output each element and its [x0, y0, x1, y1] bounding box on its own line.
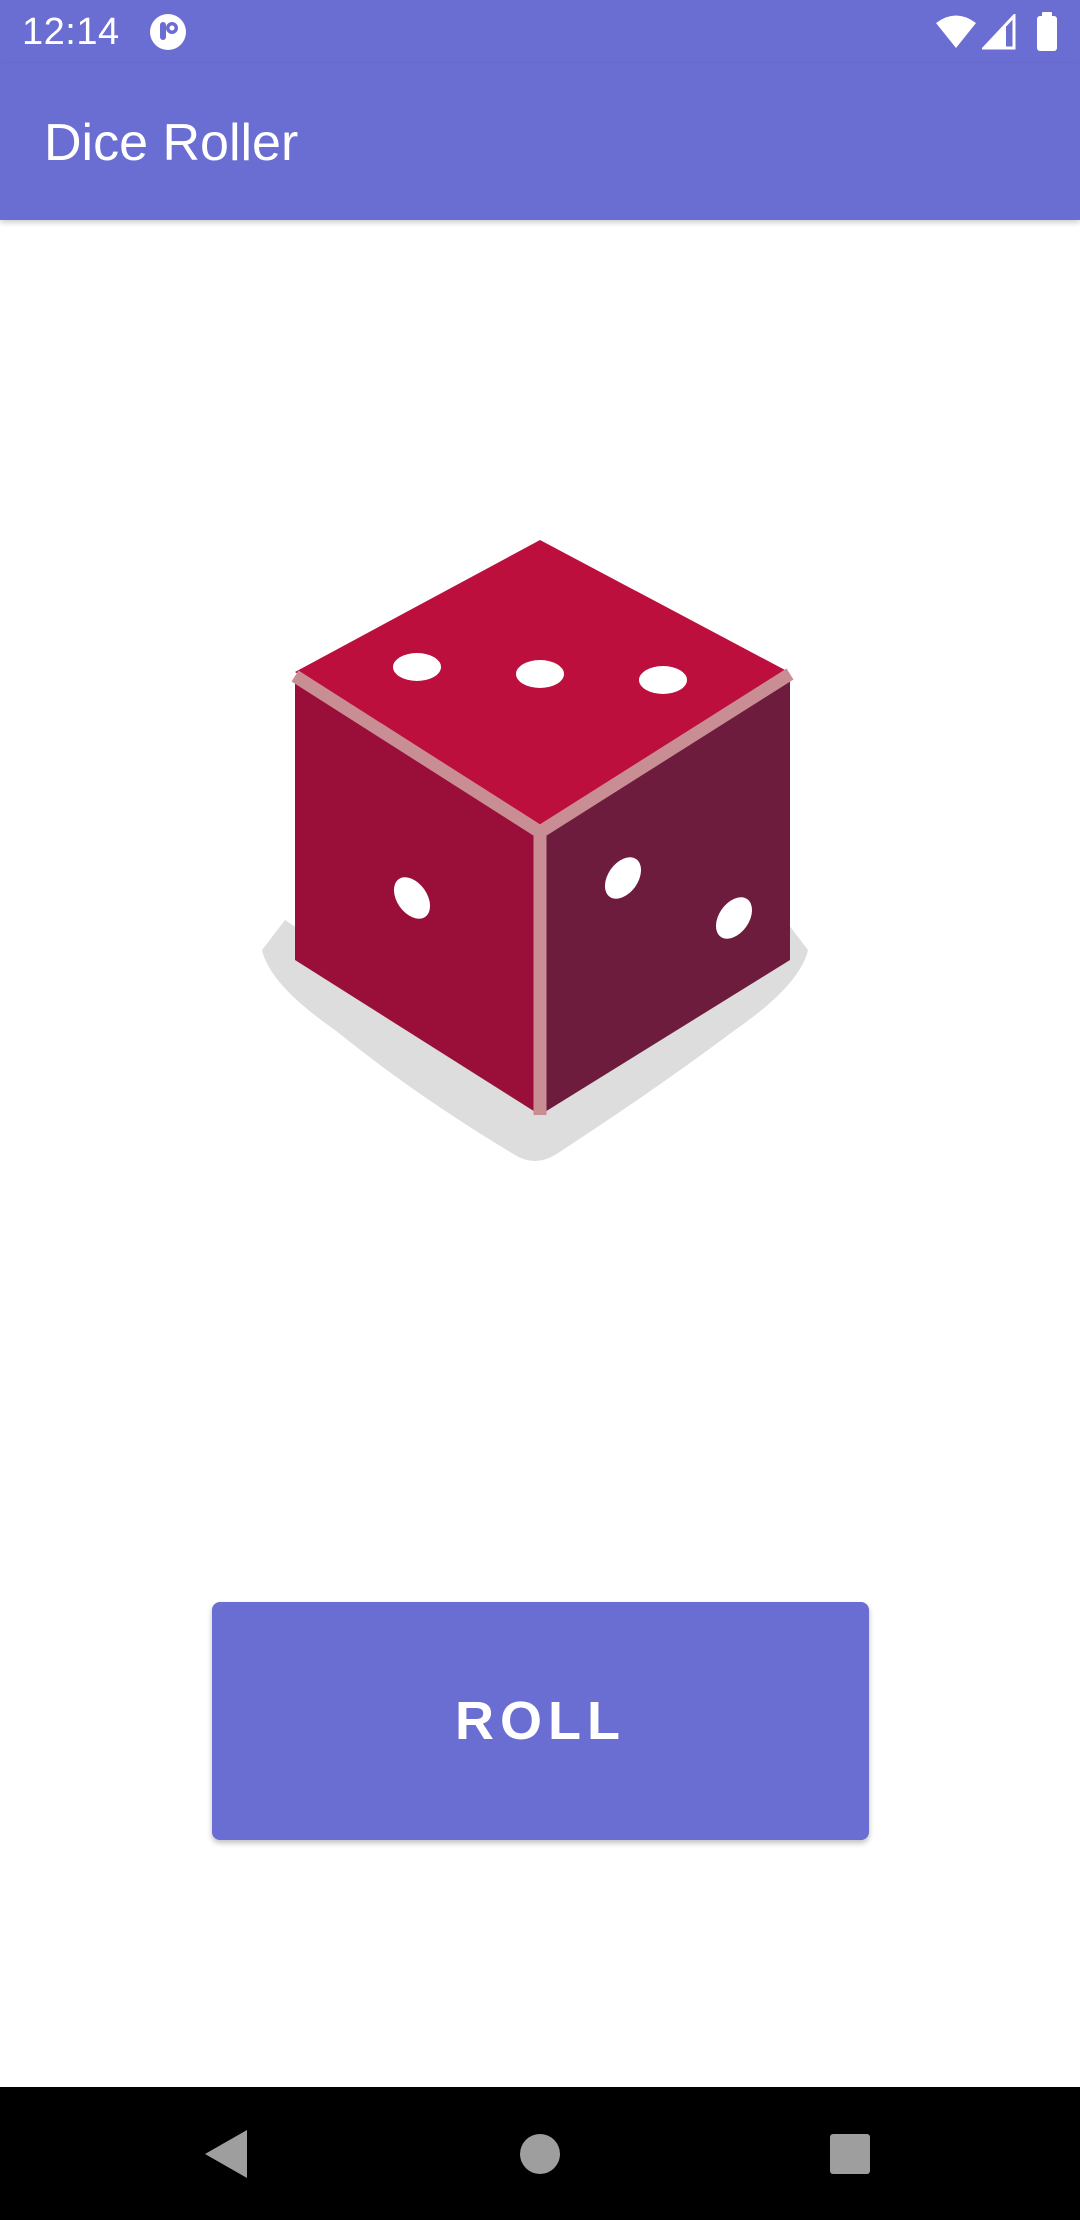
home-icon[interactable]: [518, 2132, 562, 2176]
app-title: Dice Roller: [44, 114, 299, 172]
signal-icon: [982, 14, 1016, 50]
dice-icon: [262, 540, 808, 1161]
status-time: 12:14: [22, 11, 120, 53]
back-icon[interactable]: [203, 2128, 251, 2180]
status-bar: 12:14: [0, 0, 1080, 63]
roll-button[interactable]: ROLL: [212, 1602, 869, 1840]
wifi-icon: [936, 15, 976, 48]
app-bar: Dice Roller: [0, 63, 1080, 220]
dice-pip: [516, 660, 564, 688]
navigation-bar: [0, 2087, 1080, 2220]
screen: 12:14 Dice Roller ROLL: [0, 0, 1080, 2220]
dice-pip: [393, 653, 441, 681]
battery-icon: [1037, 12, 1057, 51]
notification-app-icon: [150, 14, 186, 50]
dice-pip: [639, 666, 687, 694]
recents-icon[interactable]: [829, 2133, 871, 2175]
